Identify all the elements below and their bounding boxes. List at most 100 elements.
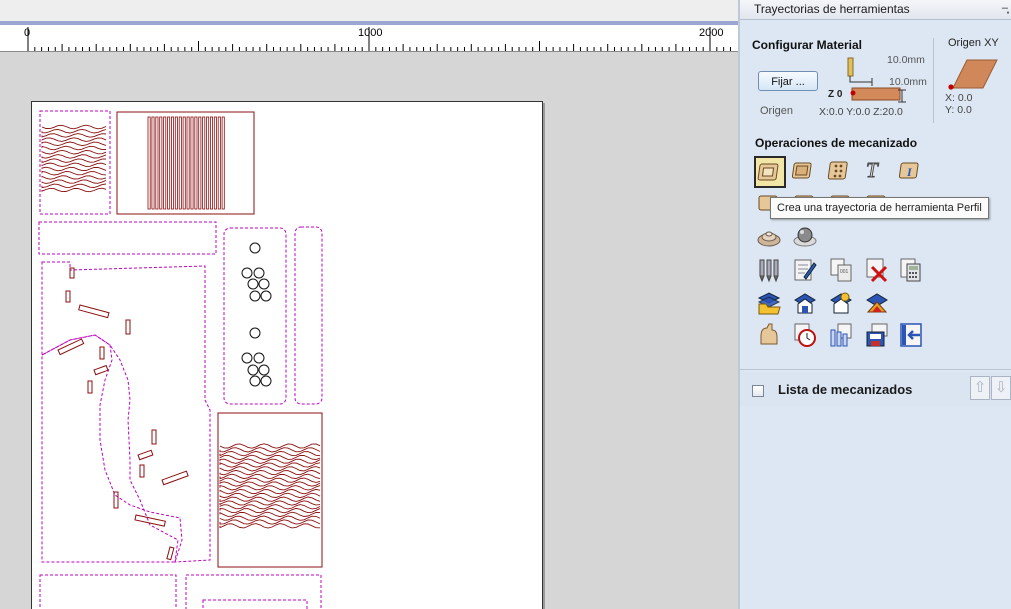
thickness-bottom-label: 10.0mm [889, 76, 927, 88]
wave-line [219, 523, 321, 529]
toolpaths-panel: Trayectorias de herramientas –͈ Configur… [740, 0, 1011, 609]
part-drawing[interactable] [0, 0, 738, 609]
dashed-outline-narrow-strip[interactable] [294, 226, 323, 405]
wave-line [41, 149, 107, 155]
drilling-toolpath-button[interactable] [826, 158, 852, 184]
tool-bit-icon [847, 57, 854, 77]
drill-hole[interactable] [241, 267, 253, 279]
drill-holes [241, 242, 272, 387]
slot-cutout[interactable] [93, 364, 109, 376]
vertical-slot [206, 116, 210, 210]
fix-material-button[interactable]: Fijar ... [758, 71, 818, 91]
roughing-toolpath-button[interactable] [756, 223, 782, 249]
tool-database-button[interactable] [756, 322, 782, 348]
dashed-outline-top-left[interactable] [39, 110, 111, 215]
preview-icon [830, 323, 852, 347]
slot-cutout[interactable] [87, 380, 93, 394]
wave-pattern-left [41, 124, 107, 193]
slot-cutout[interactable] [151, 429, 157, 445]
dashed-outline-bar[interactable] [38, 221, 217, 255]
dashed-outline-large-part[interactable] [41, 261, 211, 563]
slot-cutout[interactable] [65, 290, 71, 303]
drill-hole[interactable] [260, 375, 272, 387]
vertical-slot [213, 116, 217, 210]
calculator-button[interactable] [898, 257, 924, 283]
material-section-title: Configurar Material [752, 38, 863, 52]
save-icon [866, 323, 888, 347]
profile-toolpath-button[interactable] [754, 156, 786, 188]
drawing-canvas-area[interactable]: 0 1000 2000 [0, 0, 738, 609]
origin-xy-diagram[interactable] [943, 58, 999, 92]
pocket-toolpath-button[interactable] [790, 158, 816, 184]
dashed-outline-bottom-right[interactable] [185, 574, 322, 609]
slot-cutout[interactable] [57, 338, 85, 356]
dashed-outline-left-curve-part[interactable] [41, 334, 183, 563]
vertical-slots-top [147, 116, 225, 210]
drill-hole[interactable] [258, 278, 270, 290]
slot-cutout[interactable] [137, 449, 154, 461]
material-block-icon [851, 87, 901, 101]
vcarve-toolpath-button[interactable]: T [862, 156, 888, 182]
slot-cutout[interactable] [139, 464, 145, 478]
wave-line [41, 124, 107, 130]
slot-cutout[interactable] [113, 491, 119, 509]
wave-line [41, 137, 107, 142]
slot-cutout[interactable] [78, 304, 110, 319]
fold-toolpaths-button[interactable] [864, 290, 890, 316]
wave-line [41, 154, 107, 159]
vcarve-icon: T [866, 158, 880, 182]
wave-pattern-bottom [219, 443, 321, 529]
drill-hole[interactable] [258, 364, 270, 376]
wave-line [41, 145, 107, 151]
drill-hole[interactable] [247, 364, 259, 376]
drill-hole[interactable] [249, 290, 261, 302]
vertical-slot [170, 116, 174, 210]
origin-marker-icon [948, 84, 954, 90]
roughing-icon [757, 231, 781, 247]
drill-group-button[interactable] [756, 257, 782, 283]
drill-hole[interactable] [253, 267, 265, 279]
merge-toolpaths-button[interactable] [828, 290, 854, 316]
wave-line [41, 162, 107, 168]
pin-icon[interactable]: –͈ [1002, 2, 1008, 14]
slot-cutout[interactable] [161, 470, 189, 486]
drill-hole[interactable] [253, 352, 265, 364]
origin-xy-title: Origen XY [948, 37, 999, 49]
toolpath-template-button[interactable]: 001 [828, 257, 854, 283]
drill-hole[interactable] [241, 352, 253, 364]
drill-hole[interactable] [249, 242, 261, 254]
vertical-slot [190, 116, 194, 210]
delete-toolpath-button[interactable] [864, 257, 890, 283]
export-toolpath-button[interactable] [898, 322, 924, 348]
drill-hole[interactable] [249, 375, 261, 387]
toolpath-list-checkbox[interactable] [752, 385, 764, 397]
vertical-slot [198, 116, 202, 210]
save-toolpath-button[interactable] [864, 322, 890, 348]
drill-hole[interactable] [260, 290, 272, 302]
preview-toolpaths-button[interactable] [828, 322, 854, 348]
save-toolpaths-folder-button[interactable] [756, 290, 782, 316]
calculator-icon [900, 258, 921, 282]
wave-line [219, 450, 321, 457]
slot-cutout[interactable] [99, 346, 105, 360]
slot-cutout[interactable] [125, 319, 131, 335]
slot-cutout[interactable] [166, 546, 175, 561]
drill-hole[interactable] [247, 278, 259, 290]
dashed-outline-holes-panel[interactable] [223, 227, 287, 405]
toolpath-list-title: Lista de mecanizados [778, 382, 913, 397]
folder-save-icon [757, 292, 781, 315]
move-up-button[interactable]: ⇧ [970, 376, 990, 400]
wave-line [219, 454, 321, 461]
finishing-toolpath-button[interactable] [792, 223, 818, 249]
dashed-outline-bottom-inner[interactable] [202, 599, 308, 609]
inlay-toolpath-button[interactable]: I [897, 158, 923, 184]
wave-line [41, 179, 107, 184]
dashed-outline-bottom-left[interactable] [39, 574, 177, 609]
vertical-slot [155, 116, 159, 210]
drill-hole[interactable] [249, 327, 261, 339]
edit-toolpath-button[interactable] [792, 257, 818, 283]
wave-line [41, 133, 107, 138]
move-down-button[interactable]: ⇩ [991, 376, 1011, 400]
open-toolpaths-button[interactable] [792, 290, 818, 316]
time-estimate-button[interactable] [792, 322, 818, 348]
